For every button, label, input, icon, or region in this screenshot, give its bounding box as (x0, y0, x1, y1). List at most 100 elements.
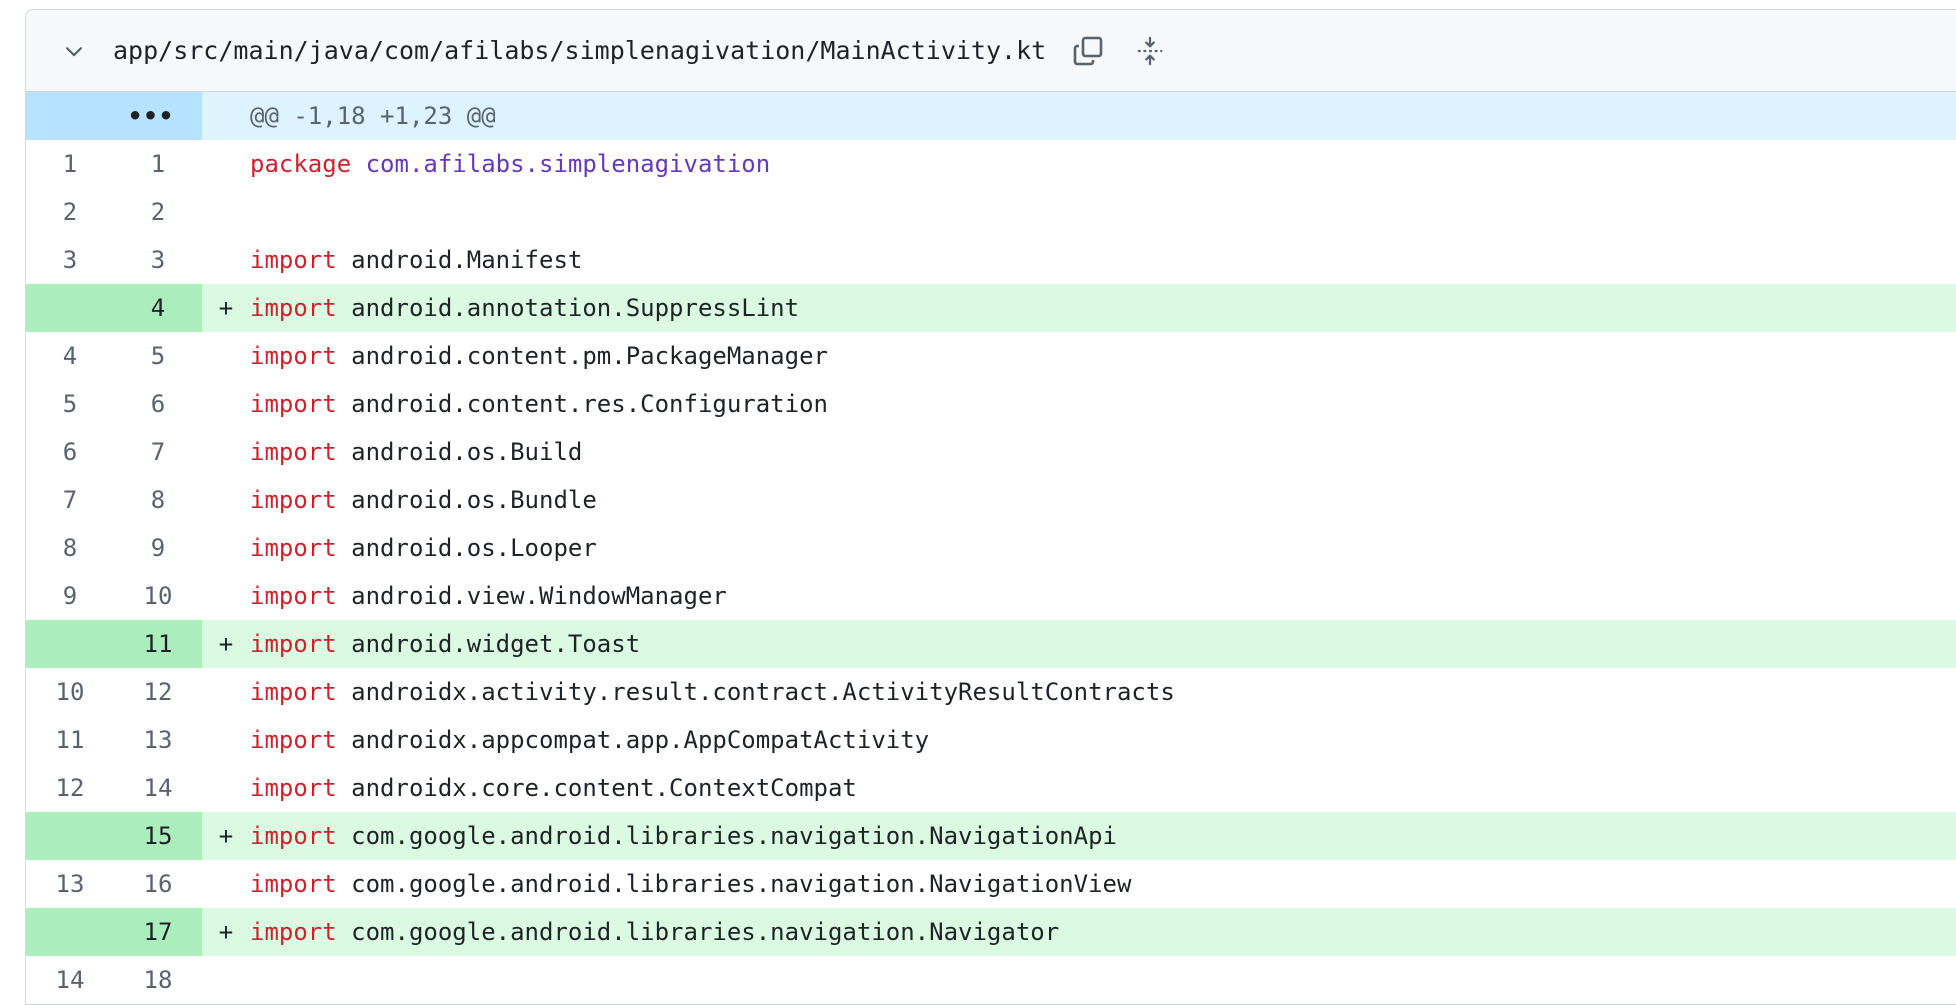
old-line-number[interactable]: 3 (26, 236, 114, 284)
code-text: com.google.android.libraries.navigation.… (351, 822, 1117, 850)
diff-marker: + (218, 918, 234, 946)
code-keyword: import (250, 870, 337, 898)
code-line: import android.os.Build (250, 438, 1956, 466)
new-line-number[interactable]: 1 (114, 140, 202, 188)
code-keyword: import (250, 918, 337, 946)
old-line-number[interactable]: 10 (26, 668, 114, 716)
new-line-number[interactable]: 12 (114, 668, 202, 716)
new-line-number[interactable]: 9 (114, 524, 202, 572)
old-line-number[interactable]: 14 (26, 956, 114, 1004)
code-text: android.os.Build (351, 438, 583, 466)
new-line-number[interactable]: 10 (114, 572, 202, 620)
code-text: android.os.Bundle (351, 486, 597, 514)
code-keyword: package (250, 150, 352, 178)
old-line-number[interactable] (26, 812, 114, 860)
copy-icon (1073, 36, 1103, 65)
diff-marker: + (218, 822, 234, 850)
old-line-number[interactable]: 4 (26, 332, 114, 380)
new-line-number[interactable]: 14 (114, 764, 202, 812)
context-line-row: 6 7 import android.os.Build (26, 428, 1956, 476)
old-line-number[interactable]: 12 (26, 764, 114, 812)
added-line-row: 15 + import com.google.android.libraries.n… (26, 812, 1956, 860)
code-text: android.Manifest (351, 246, 583, 274)
code-line: import androidx.activity.result.contract… (250, 678, 1956, 706)
context-line-row: 8 9 import android.os.Looper (26, 524, 1956, 572)
old-line-number[interactable]: 8 (26, 524, 114, 572)
context-line-row: 1 1 package com.afilabs.simplenagivation (26, 140, 1956, 188)
collapse-toggle-button[interactable] (56, 33, 92, 69)
code-keyword: import (250, 534, 337, 562)
expand-all-button[interactable] (1130, 31, 1170, 71)
diff-file: app/src/main/java/com/afilabs/simplenagi… (25, 9, 1956, 1005)
added-line-row: 11 + import android.widget.Toast (26, 620, 1956, 668)
new-line-number[interactable]: 3 (114, 236, 202, 284)
new-line-number[interactable]: 15 (114, 812, 202, 860)
code-keyword: import (250, 438, 337, 466)
old-line-number[interactable] (26, 620, 114, 668)
hunk-header-row: ••• @@ -1,18 +1,23 @@ (26, 92, 1956, 140)
code-keyword: import (250, 582, 337, 610)
code-line: import android.annotation.SuppressLint (250, 294, 1956, 322)
code-line: import android.os.Bundle (250, 486, 1956, 514)
code-keyword: import (250, 774, 337, 802)
code-text: android.annotation.SuppressLint (351, 294, 800, 322)
new-line-number[interactable]: 4 (114, 284, 202, 332)
context-line-row: 4 5 import android.content.pm.PackageManag… (26, 332, 1956, 380)
code-line: import android.view.WindowManager (250, 582, 1956, 610)
file-path[interactable]: app/src/main/java/com/afilabs/simplenagi… (113, 36, 1046, 65)
new-line-number[interactable]: 7 (114, 428, 202, 476)
code-keyword: import (250, 246, 337, 274)
code-line: import android.content.res.Configuration (250, 390, 1956, 418)
old-line-number[interactable] (26, 908, 114, 956)
diff-rows: 1 1 package com.afilabs.simplenagivation 2 2… (26, 140, 1956, 1004)
old-line-number[interactable]: 9 (26, 572, 114, 620)
diff-marker: + (218, 630, 234, 658)
copy-path-button[interactable] (1068, 31, 1108, 71)
expand-hunk-button[interactable]: ••• (26, 92, 202, 140)
code-line: import androidx.appcompat.app.AppCompatA… (250, 726, 1956, 754)
new-line-number[interactable]: 5 (114, 332, 202, 380)
old-line-number[interactable]: 5 (26, 380, 114, 428)
new-line-number[interactable]: 8 (114, 476, 202, 524)
context-line-row: 11 13 import androidx.appcompat.app.AppCom… (26, 716, 1956, 764)
new-line-number[interactable]: 17 (114, 908, 202, 956)
old-line-number[interactable]: 1 (26, 140, 114, 188)
code-line: import com.google.android.libraries.navi… (250, 822, 1956, 850)
context-line-row: 12 14 import androidx.core.content.Context… (26, 764, 1956, 812)
new-line-number[interactable]: 6 (114, 380, 202, 428)
old-line-number[interactable]: 13 (26, 860, 114, 908)
new-line-number[interactable]: 13 (114, 716, 202, 764)
code-line: import androidx.core.content.ContextComp… (250, 774, 1956, 802)
added-line-row: 4 + import android.annotation.SuppressLint (26, 284, 1956, 332)
context-line-row: 3 3 import android.Manifest (26, 236, 1956, 284)
added-line-row: 17 + import com.google.android.libraries.n… (26, 908, 1956, 956)
code-line: import com.google.android.libraries.navi… (250, 918, 1956, 946)
code-text: android.content.res.Configuration (351, 390, 828, 418)
code-line: import android.content.pm.PackageManager (250, 342, 1956, 370)
code-text: android.os.Looper (351, 534, 597, 562)
old-line-number[interactable] (26, 284, 114, 332)
package-name: com.afilabs.simplenagivation (365, 150, 771, 178)
context-line-row: 22 (26, 188, 1956, 236)
new-line-number[interactable]: 18 (114, 956, 202, 1004)
new-line-number[interactable]: 2 (114, 188, 202, 236)
ellipsis-icon: ••• (127, 102, 175, 130)
code-text: com.google.android.libraries.navigation.… (351, 870, 1132, 898)
code-line: import android.os.Looper (250, 534, 1956, 562)
new-line-number[interactable]: 16 (114, 860, 202, 908)
old-line-number[interactable]: 2 (26, 188, 114, 236)
old-line-number[interactable]: 11 (26, 716, 114, 764)
old-line-number[interactable]: 7 (26, 476, 114, 524)
context-line-row: 7 8 import android.os.Bundle (26, 476, 1956, 524)
code-text: androidx.core.content.ContextCompat (351, 774, 857, 802)
context-line-row: 13 16 import com.google.android.libraries.… (26, 860, 1956, 908)
code-keyword: import (250, 390, 337, 418)
code-line: import android.widget.Toast (250, 630, 1956, 658)
code-keyword: import (250, 630, 337, 658)
code-text: android.content.pm.PackageManager (351, 342, 828, 370)
new-line-number[interactable]: 11 (114, 620, 202, 668)
context-line-row: 5 6 import android.content.res.Configurati… (26, 380, 1956, 428)
context-line-row: 10 12 import androidx.activity.result.cont… (26, 668, 1956, 716)
context-line-row: 9 10 import android.view.WindowManager (26, 572, 1956, 620)
old-line-number[interactable]: 6 (26, 428, 114, 476)
